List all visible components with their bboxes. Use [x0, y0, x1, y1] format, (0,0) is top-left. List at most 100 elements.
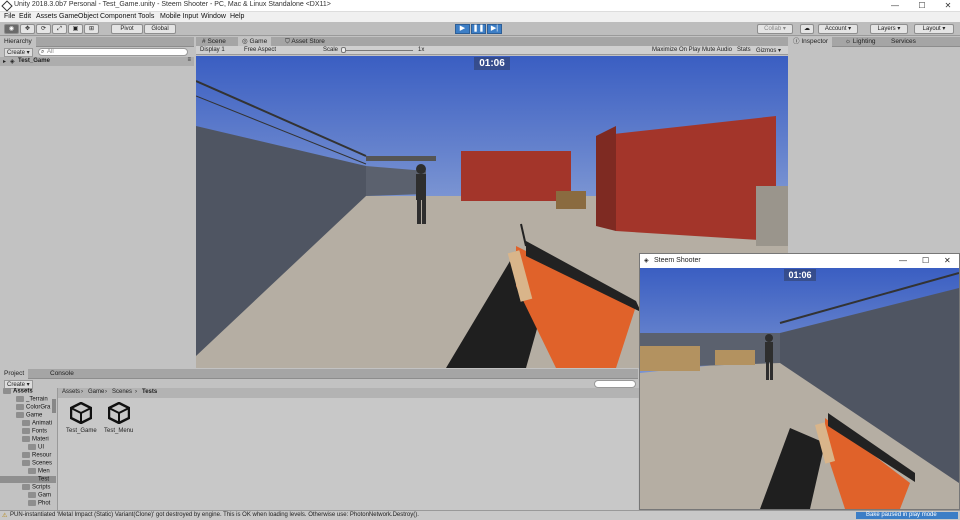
standalone-game-view[interactable]: 01:06	[640, 268, 959, 509]
menu-help[interactable]: Help	[230, 12, 244, 22]
tree-item[interactable]: Gam	[28, 492, 51, 499]
folder-icon	[28, 500, 36, 506]
pause-icon: ❚❚	[472, 25, 485, 32]
title-bar: Unity 2018.3.0b7 Personal - Test_Game.un…	[0, 0, 960, 12]
tree-label: Materi	[32, 436, 49, 443]
asset-item-test-menu[interactable]: Test_Menu	[104, 402, 134, 448]
tree-item[interactable]: Fonts	[22, 428, 47, 435]
tree-label: Fonts	[32, 428, 48, 435]
scene-row[interactable]: ▸ ◈ Test_Game ≡	[0, 57, 194, 66]
folder-icon	[28, 468, 36, 474]
tree-label: Scripts	[32, 484, 51, 491]
collab-button[interactable]: Collab ▾	[757, 24, 793, 34]
display-dropdown[interactable]: Display 1	[200, 47, 225, 53]
tree-item[interactable]: Scripts	[22, 484, 50, 491]
tab-lighting[interactable]: ☼ Lighting	[841, 37, 880, 47]
breadcrumb-item[interactable]: Scenes	[112, 389, 132, 395]
menu-assets[interactable]: Assets	[36, 12, 57, 22]
tree-item[interactable]: Resour	[22, 452, 51, 459]
lighting-icon: ☼	[845, 38, 851, 45]
scene-name: Test_Game	[18, 58, 50, 64]
tree-label: Resour	[32, 452, 52, 459]
tab-project[interactable]: Project	[0, 369, 29, 379]
minimize-button[interactable]: —	[885, 0, 905, 12]
transform-tool-icon[interactable]: ⊞	[84, 24, 99, 34]
folder-icon	[28, 444, 36, 450]
hierarchy-create-button[interactable]: Create ▾	[4, 48, 33, 57]
unity-scene-icon	[70, 402, 92, 424]
cloud-icon[interactable]: ☁	[800, 24, 814, 34]
tree-item[interactable]: Men	[28, 468, 50, 475]
asset-item-test-game[interactable]: Test_Game	[66, 402, 97, 448]
tree-item-assets[interactable]: Assets	[3, 388, 33, 395]
menu-component[interactable]: Component	[100, 12, 136, 22]
step-button[interactable]: ▶|	[487, 24, 502, 34]
folder-icon	[16, 412, 24, 418]
scale-slider[interactable]	[341, 50, 413, 51]
tree-item[interactable]: Scenes	[22, 460, 52, 467]
project-search-input[interactable]	[594, 380, 636, 388]
tree-item[interactable]: Game	[16, 412, 42, 419]
tab-console[interactable]: Console	[46, 369, 78, 379]
tree-label: Phot	[38, 500, 51, 507]
move-tool-icon[interactable]: ✥	[20, 24, 35, 34]
tree-item[interactable]: UI	[28, 444, 44, 451]
standalone-maximize-button[interactable]: ☐	[922, 256, 929, 265]
standalone-minimize-button[interactable]: —	[899, 256, 907, 265]
mute-audio-toggle[interactable]: Mute Audio	[702, 47, 732, 53]
game-timer: 01:06	[474, 57, 510, 70]
search-icon: ⌕	[41, 49, 45, 55]
project-panel: Project Console Create ▾ Assets _Terrain…	[0, 369, 639, 510]
standalone-close-button[interactable]: ✕	[944, 256, 951, 265]
tab-hierarchy[interactable]: Hierarchy	[0, 37, 36, 47]
menu-mobile-input[interactable]: Mobile Input	[160, 12, 198, 22]
tree-item[interactable]: Animati	[22, 420, 52, 427]
tree-item[interactable]: _Terrain	[16, 396, 48, 403]
folder-icon	[22, 420, 30, 426]
collab-label: Collab ▾	[764, 26, 786, 32]
tree-scrollbar[interactable]	[52, 399, 56, 413]
scene-menu-icon[interactable]: ≡	[187, 57, 191, 63]
menu-window[interactable]: Window	[201, 12, 226, 22]
account-dropdown[interactable]: Account ▾	[818, 24, 858, 34]
tab-inspector[interactable]: ⓘ Inspector	[789, 37, 833, 47]
main-toolbar: ◉ ✥ ⟳ ⤢ ▣ ⊞ Pivot Global ▶ ❚❚ ▶| Collab …	[0, 22, 960, 36]
close-button[interactable]: ✕	[938, 0, 958, 12]
tree-item[interactable]: Materi	[22, 436, 49, 443]
aspect-dropdown[interactable]: Free Aspect	[244, 47, 276, 53]
layers-dropdown[interactable]: Layers ▾	[870, 24, 908, 34]
pause-button[interactable]: ❚❚	[471, 24, 486, 34]
hierarchy-search-input[interactable]: All ⌕	[38, 48, 188, 56]
stats-toggle[interactable]: Stats	[737, 47, 751, 53]
standalone-timer: 01:06	[784, 269, 816, 281]
hand-tool-icon[interactable]: ◉	[4, 24, 19, 34]
rect-tool-icon[interactable]: ▣	[68, 24, 83, 34]
game-view-toolbar: Display 1 Free Aspect Scale 1x Maximize …	[196, 46, 788, 55]
scale-tool-icon[interactable]: ⤢	[52, 24, 67, 34]
status-message[interactable]: PUN-instantiated 'Metal Impact (Static) …	[10, 512, 419, 518]
play-button[interactable]: ▶	[455, 24, 470, 34]
breadcrumb-item[interactable]: Tests	[142, 389, 157, 395]
menu-tools[interactable]: Tools	[138, 12, 154, 22]
pivot-toggle[interactable]: Pivot	[111, 24, 143, 34]
expand-arrow-icon: ▸	[3, 59, 7, 65]
menu-edit[interactable]: Edit	[19, 12, 31, 22]
global-toggle[interactable]: Global	[144, 24, 176, 34]
gizmos-dropdown[interactable]: Gizmos ▾	[756, 47, 781, 54]
scale-slider-handle[interactable]	[341, 47, 346, 53]
menu-file[interactable]: File	[4, 12, 15, 22]
maximize-button[interactable]: ☐	[912, 0, 932, 12]
scale-value: 1x	[418, 47, 425, 53]
menu-gameobject[interactable]: GameObject	[59, 12, 98, 22]
maximize-on-play-toggle[interactable]: Maximize On Play	[652, 47, 700, 53]
tree-item-selected[interactable]: Test	[0, 476, 56, 483]
tree-item[interactable]: ColorGra	[16, 404, 50, 411]
rotate-tool-icon[interactable]: ⟳	[36, 24, 51, 34]
layout-dropdown[interactable]: Layout ▾	[914, 24, 954, 34]
tree-item[interactable]: Phot	[28, 500, 50, 507]
project-tabbar: Project Console	[0, 369, 638, 379]
tab-services[interactable]: Services	[887, 37, 920, 47]
breadcrumb-item[interactable]: Assets	[62, 389, 80, 395]
breadcrumb-item[interactable]: Game	[88, 389, 104, 395]
tab-services-label: Services	[891, 38, 916, 45]
